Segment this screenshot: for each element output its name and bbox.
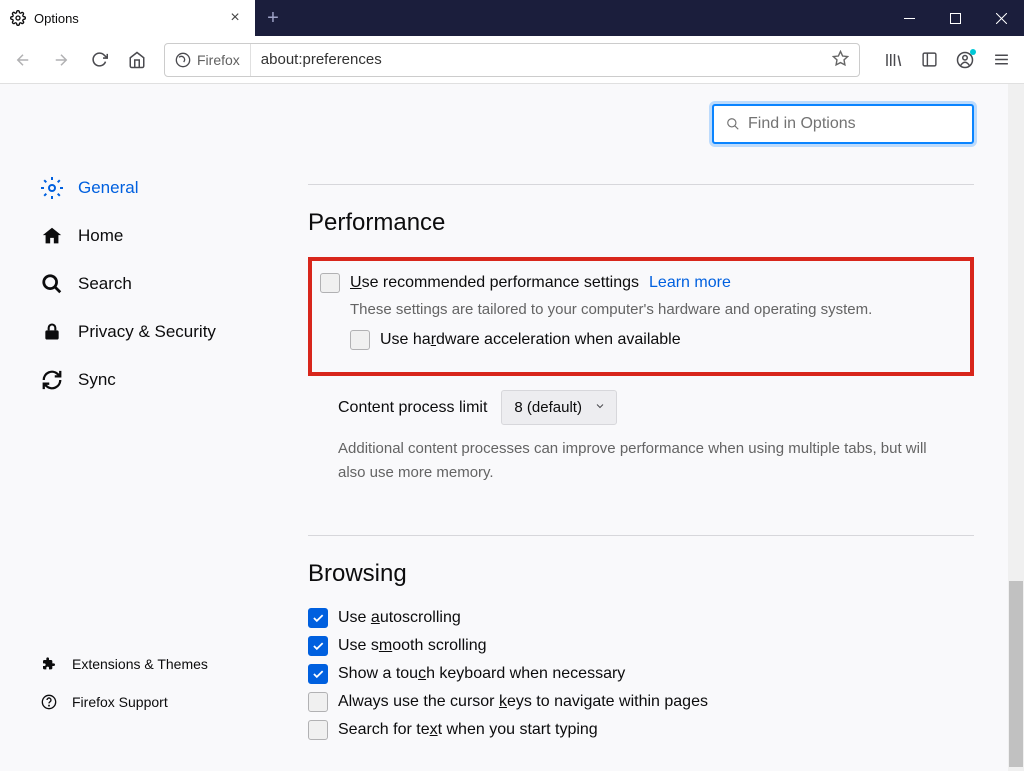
sidebar-extensions[interactable]: Extensions & Themes xyxy=(40,645,260,683)
sync-icon xyxy=(40,368,64,392)
url-bar[interactable]: Firefox about:preferences xyxy=(164,43,860,77)
performance-heading: Performance xyxy=(308,209,974,237)
browsing-checkbox-2[interactable] xyxy=(308,664,328,684)
browsing-label: Show a touch keyboard when necessary xyxy=(338,665,625,683)
browsing-checkbox-4[interactable] xyxy=(308,720,328,740)
divider xyxy=(308,535,974,536)
content-limit-select[interactable]: 8 (default) xyxy=(501,390,617,425)
content-limit-desc: Additional content processes can improve… xyxy=(338,437,958,485)
category-sidebar: General Home Search Privacy & Security S… xyxy=(0,84,260,771)
highlighted-region: Use recommended performance settings Lea… xyxy=(308,257,974,376)
identity-box[interactable]: Firefox xyxy=(165,44,251,76)
new-tab-button[interactable]: + xyxy=(255,0,291,36)
sidebar-button[interactable] xyxy=(912,43,946,77)
search-icon xyxy=(40,272,64,296)
recommended-perf-checkbox[interactable] xyxy=(320,273,340,293)
content-limit-label: Content process limit xyxy=(338,399,487,417)
divider xyxy=(308,184,974,185)
browsing-checkbox-1[interactable] xyxy=(308,636,328,656)
back-button[interactable] xyxy=(6,43,40,77)
help-icon xyxy=(40,693,58,711)
chevron-down-icon xyxy=(594,399,606,416)
nav-toolbar: Firefox about:preferences xyxy=(0,36,1024,84)
sidebar-item-home[interactable]: Home xyxy=(40,212,260,260)
main-pane: Performance Use recommended performance … xyxy=(260,84,1024,771)
gear-icon xyxy=(40,176,64,200)
minimize-button[interactable] xyxy=(886,0,932,36)
home-button[interactable] xyxy=(120,43,154,77)
sidebar-item-label: Firefox Support xyxy=(72,694,168,710)
sidebar-item-search[interactable]: Search xyxy=(40,260,260,308)
lock-icon xyxy=(40,320,64,344)
home-icon xyxy=(40,224,64,248)
notification-dot xyxy=(970,49,976,55)
search-icon xyxy=(726,117,740,131)
forward-button[interactable] xyxy=(44,43,78,77)
sidebar-item-label: Extensions & Themes xyxy=(72,656,208,672)
search-input[interactable] xyxy=(748,115,960,133)
maximize-button[interactable] xyxy=(932,0,978,36)
browsing-option: Show a touch keyboard when necessary xyxy=(308,664,974,684)
firefox-icon xyxy=(175,52,191,68)
titlebar: Options × + xyxy=(0,0,1024,36)
browsing-option: Use smooth scrolling xyxy=(308,636,974,656)
browser-tab[interactable]: Options × xyxy=(0,0,255,36)
browsing-option: Search for text when you start typing xyxy=(308,720,974,740)
perf-description: These settings are tailored to your comp… xyxy=(350,301,954,318)
recommended-perf-label: Use recommended performance settings xyxy=(350,274,639,292)
hardware-accel-checkbox[interactable] xyxy=(350,330,370,350)
browsing-option: Use autoscrolling xyxy=(308,608,974,628)
identity-label: Firefox xyxy=(197,52,240,68)
account-button[interactable] xyxy=(948,43,982,77)
sidebar-support[interactable]: Firefox Support xyxy=(40,683,260,721)
url-text: about:preferences xyxy=(251,51,822,68)
sidebar-item-sync[interactable]: Sync xyxy=(40,356,260,404)
hardware-accel-label: Use hardware acceleration when available xyxy=(380,331,681,349)
gear-icon xyxy=(10,10,26,26)
browsing-label: Use autoscrolling xyxy=(338,609,461,627)
puzzle-icon xyxy=(40,655,58,673)
window-controls xyxy=(886,0,1024,36)
browsing-label: Search for text when you start typing xyxy=(338,721,598,739)
scrollbar-thumb[interactable] xyxy=(1009,581,1023,767)
learn-more-link[interactable]: Learn more xyxy=(649,274,731,292)
search-box[interactable] xyxy=(712,104,974,144)
browsing-checkbox-3[interactable] xyxy=(308,692,328,712)
browsing-checkbox-0[interactable] xyxy=(308,608,328,628)
browsing-label: Use smooth scrolling xyxy=(338,637,487,655)
preferences-content: General Home Search Privacy & Security S… xyxy=(0,84,1024,771)
scrollbar-track[interactable] xyxy=(1008,84,1024,771)
sidebar-item-privacy[interactable]: Privacy & Security xyxy=(40,308,260,356)
library-button[interactable] xyxy=(876,43,910,77)
tab-title: Options xyxy=(34,11,217,26)
sidebar-item-general[interactable]: General xyxy=(40,164,260,212)
sidebar-item-label: Search xyxy=(78,274,132,294)
tab-close-button[interactable]: × xyxy=(225,9,245,27)
select-value: 8 (default) xyxy=(514,399,582,416)
browsing-heading: Browsing xyxy=(308,560,974,588)
close-window-button[interactable] xyxy=(978,0,1024,36)
sidebar-item-label: Home xyxy=(78,226,123,246)
browsing-label: Always use the cursor keys to navigate w… xyxy=(338,693,708,711)
sidebar-item-label: General xyxy=(78,178,138,198)
bookmark-star-button[interactable] xyxy=(822,50,859,70)
browsing-option: Always use the cursor keys to navigate w… xyxy=(308,692,974,712)
reload-button[interactable] xyxy=(82,43,116,77)
sidebar-item-label: Sync xyxy=(78,370,116,390)
app-menu-button[interactable] xyxy=(984,43,1018,77)
sidebar-item-label: Privacy & Security xyxy=(78,322,216,342)
